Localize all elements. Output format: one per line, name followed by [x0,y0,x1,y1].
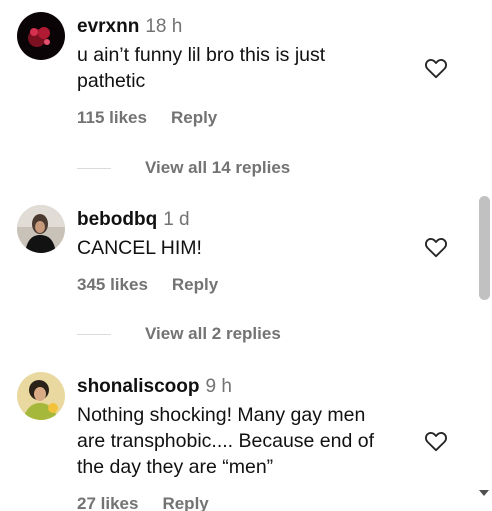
view-replies-button[interactable]: View all 14 replies [77,158,290,178]
comment-meta: 115 likes Reply [77,108,217,128]
reply-button[interactable]: Reply [171,108,217,127]
likes-count[interactable]: 27 likes [77,494,138,511]
likes-count[interactable]: 345 likes [77,275,148,294]
view-replies-button[interactable]: View all 2 replies [77,324,281,344]
likes-count[interactable]: 115 likes [77,108,147,127]
heart-outline-icon[interactable] [423,428,449,454]
view-replies-label: View all 14 replies [145,158,291,177]
view-replies-label: View all 2 replies [145,324,281,343]
scrollbar-thumb[interactable] [479,196,490,300]
avatar[interactable] [17,372,65,420]
heart-outline-icon[interactable] [423,234,449,260]
comment-time: 1 d [163,209,190,230]
comment-username[interactable]: evrxnn 18 h [77,16,182,38]
arrow-down-icon[interactable] [479,490,489,496]
comment-meta: 345 likes Reply [77,275,218,295]
comment-username[interactable]: bebodbq 1 d [77,209,190,231]
comment-time: 18 h [145,16,183,37]
comment-username[interactable]: shonaliscoop 9 h [77,376,232,398]
comment-text: u ain’t funny lil bro this is just pathe… [77,44,326,92]
comment-text: CANCEL HIM! [77,237,202,259]
avatar[interactable] [17,205,65,253]
avatar[interactable] [17,12,65,60]
heart-outline-icon[interactable] [423,55,449,81]
comment-text: Nothing shocking! Many gay men are trans… [77,404,375,478]
divider-line [77,167,111,169]
comment-meta: 27 likes Reply [77,494,209,511]
divider-line [77,333,111,335]
reply-button[interactable]: Reply [162,494,208,511]
reply-button[interactable]: Reply [172,275,218,294]
comment-time: 9 h [205,376,232,397]
comments-panel: evrxnn 18 h u ain’t funny lil bro this is… [0,0,492,511]
